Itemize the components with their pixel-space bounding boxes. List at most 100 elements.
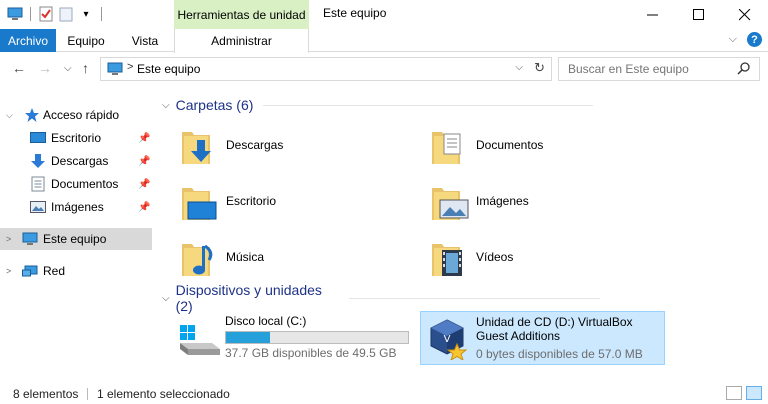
folder-name: Vídeos [476,250,514,264]
breadcrumb-location[interactable]: Este equipo [137,62,200,76]
selection-count: 1 elemento seleccionado [97,387,230,401]
drive-free-space: 37.7 GB disponibles de 49.5 GB [225,346,397,360]
tab-administrar[interactable]: Administrar [174,29,309,53]
chevron-right-icon[interactable]: > [6,234,11,244]
chevron-right-icon[interactable]: > [6,266,11,276]
folder-videos-icon [430,238,470,281]
maximize-button[interactable] [676,0,722,29]
pin-icon[interactable]: 📌 [138,179,150,190]
search-input[interactable] [568,62,728,76]
new-folder-icon[interactable] [57,5,75,23]
network-icon [22,264,38,278]
folder-musica[interactable]: Música [160,233,400,281]
minimize-icon [647,14,658,15]
search-box[interactable] [558,57,760,81]
drive-name: Disco local (C:) [225,314,307,328]
pin-icon[interactable]: 📌 [138,133,150,144]
folder-name: Escritorio [226,194,277,208]
minimize-button[interactable] [630,0,676,29]
sidebar-item-imagenes[interactable]: Imágenes 📌 [0,196,152,218]
sidebar-item-red[interactable]: > Red [0,260,152,282]
sidebar-item-quick-access[interactable]: ⌵ Acceso rápido [0,104,152,126]
group-header-devices[interactable]: ⌵ Dispositivos y unidades (2) [160,282,600,314]
content-pane: ⌵ Carpetas (6) Descargas Documentos Escr… [160,92,768,380]
desktop-icon [30,131,46,145]
help-icon[interactable]: ? [747,32,762,47]
folder-descargas[interactable]: Descargas [160,121,400,169]
chevron-down-icon[interactable]: ⌵ [162,100,170,111]
sidebar-item-descargas[interactable]: Descargas 📌 [0,150,152,172]
folder-name: Música [226,250,265,264]
navigation-pane: ⌵ Acceso rápido Escritorio 📌 Descargas 📌… [0,97,154,379]
pc-icon[interactable] [6,5,24,23]
group-header-label: Dispositivos y unidades (2) [175,282,322,314]
pin-icon[interactable]: 📌 [138,156,150,167]
folder-videos[interactable]: Vídeos [410,233,650,281]
sidebar-item-label: Acceso rápido [43,108,120,122]
ribbon: Archivo Equipo Vista Administrar ⌵ ? [0,29,768,53]
address-history-icon[interactable]: ⌵ [515,62,523,73]
recent-locations-icon[interactable]: ⌵ [64,63,72,74]
navigation-bar: ← → ⌵ ↑ > Este equipo ⌵ ↻ [0,55,768,85]
svg-text:V: V [444,334,451,345]
window-title: Este equipo [323,6,387,20]
group-header-label: Carpetas (6) [175,97,254,113]
refresh-icon[interactable]: ↻ [534,60,545,76]
drive-free-space: 0 bytes disponibles de 57.0 MB [476,347,643,361]
folder-documents-icon [430,126,470,169]
maximize-icon [693,8,704,20]
folder-escritorio[interactable]: Escritorio [160,177,400,225]
folder-documentos[interactable]: Documentos [410,121,650,169]
virtualbox-cd-icon: V [427,318,471,363]
close-button[interactable] [722,0,768,29]
toolbar-separator [30,7,31,21]
chevron-down-icon[interactable]: ⌵ [6,110,13,121]
group-header-folders[interactable]: ⌵ Carpetas (6) [160,95,600,115]
hard-drive-icon [176,317,220,360]
expand-ribbon-icon[interactable]: ⌵ [729,33,737,46]
customize-toolbar-icon[interactable]: ▾ [77,5,95,23]
tab-equipo[interactable]: Equipo [56,29,116,52]
context-tab-group: Herramientas de unidad [174,0,309,29]
sidebar-item-este-equipo[interactable]: > Este equipo [0,228,152,250]
folder-desktop-icon [180,182,220,225]
back-icon[interactable]: ← [12,60,26,76]
folder-name: Documentos [476,138,544,152]
sidebar-item-label: Documentos [51,177,119,191]
folder-music-icon [180,238,220,281]
download-icon [30,153,46,169]
tab-vista[interactable]: Vista [116,29,174,52]
document-icon [31,176,45,192]
large-icons-view-icon[interactable] [746,386,762,400]
toolbar-separator [101,7,102,21]
pin-icon[interactable]: 📌 [138,202,150,213]
title-bar: ▾ Herramientas de unidad Este equipo [0,0,768,29]
sidebar-item-documentos[interactable]: Documentos 📌 [0,173,152,195]
drive-usage-bar [225,331,409,344]
sidebar-item-label: Escritorio [51,131,102,145]
folder-download-icon [180,126,220,169]
tab-archivo[interactable]: Archivo [0,29,56,52]
breadcrumb-chevron-icon[interactable]: > [127,61,133,73]
folder-name: Imágenes [476,194,529,208]
drive-c[interactable]: Disco local (C:) 37.7 GB disponibles de … [170,311,418,365]
pc-icon [107,62,123,79]
folder-name: Descargas [226,138,284,152]
folder-imagenes[interactable]: Imágenes [410,177,650,225]
sidebar-item-label: Descargas [51,154,109,168]
chevron-down-icon[interactable]: ⌵ [162,293,170,304]
drive-d[interactable]: V Unidad de CD (D:) VirtualBox Guest Add… [420,311,665,365]
up-icon[interactable]: ↑ [82,60,89,76]
search-icon[interactable] [737,61,751,78]
drive-name: Unidad de CD (D:) VirtualBox Guest Addit… [476,315,633,343]
details-view-icon[interactable] [726,386,742,400]
sidebar-item-label: Red [43,264,66,278]
properties-icon[interactable] [37,5,55,23]
address-bar[interactable]: > Este equipo ⌵ ↻ [100,57,552,81]
close-icon [739,8,751,20]
forward-icon[interactable]: → [38,60,52,76]
sidebar-item-label: Imágenes [51,200,104,214]
sidebar-item-escritorio[interactable]: Escritorio 📌 [0,127,152,149]
drive-usage-fill [226,332,270,343]
quick-access-toolbar: ▾ [6,4,106,24]
